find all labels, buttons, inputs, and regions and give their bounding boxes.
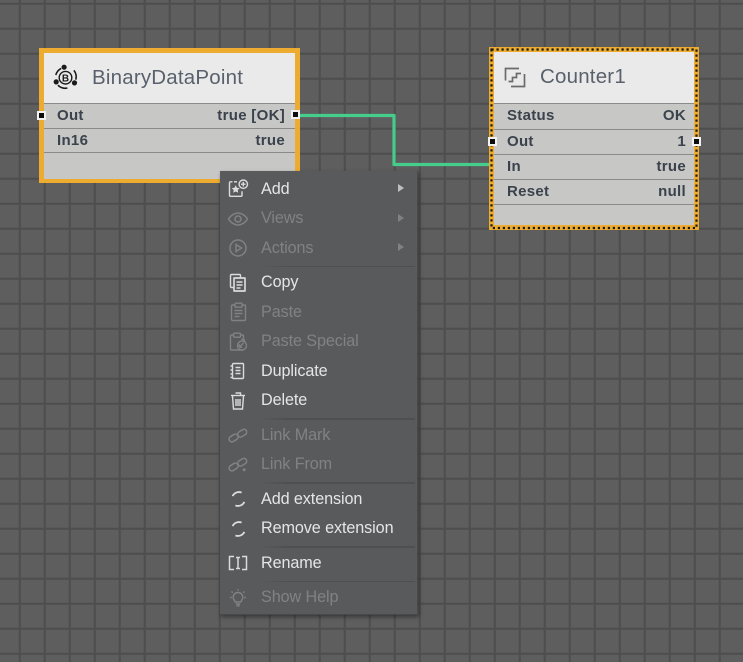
- svg-text:B: B: [62, 74, 69, 85]
